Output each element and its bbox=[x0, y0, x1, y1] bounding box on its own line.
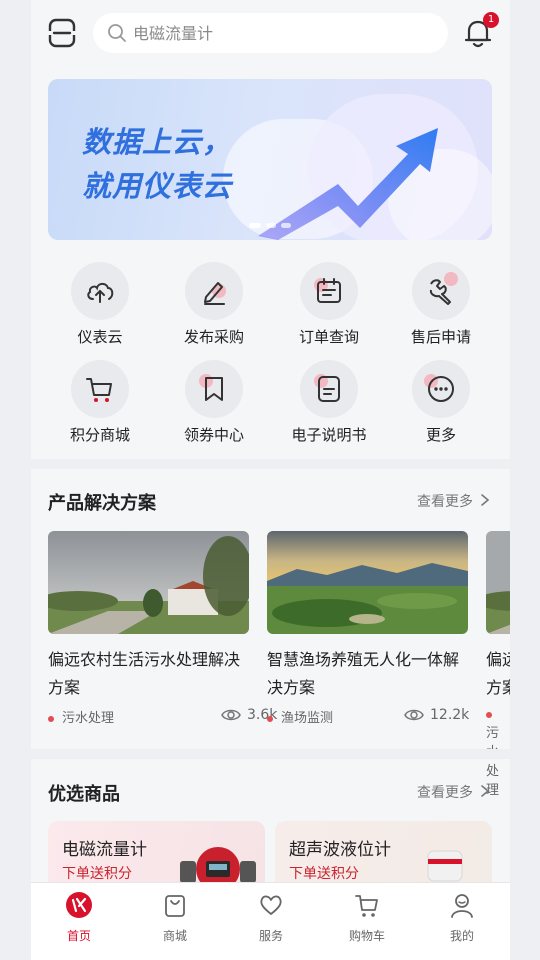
search-icon bbox=[108, 24, 126, 42]
carousel-dot[interactable] bbox=[281, 223, 291, 228]
menu-icon-bg bbox=[300, 360, 358, 418]
banner-headline-2: 就用仪表云 bbox=[82, 169, 233, 203]
menu-icon-bg bbox=[412, 262, 470, 320]
tab-label: 首页 bbox=[66, 929, 91, 943]
menu-icon-bg bbox=[71, 262, 129, 320]
cart-icon bbox=[355, 895, 378, 917]
menu-item-coupon-center[interactable]: 领券中心 bbox=[164, 348, 264, 448]
solution-tag: 污水处理 bbox=[48, 707, 114, 729]
menu-item-order-query[interactable]: 订单查询 bbox=[279, 250, 379, 350]
user-icon bbox=[451, 894, 473, 918]
cart-icon bbox=[86, 378, 112, 402]
tag-dot bbox=[486, 711, 492, 718]
heart-icon bbox=[260, 895, 282, 915]
solution-card-title[interactable]: 智慧渔场养殖无人化一体解决方案 bbox=[267, 646, 472, 702]
solutions-title: 产品解决方案 bbox=[48, 493, 156, 514]
notification-badge: 1 bbox=[483, 12, 499, 28]
menu-icon-bg bbox=[300, 262, 358, 320]
carousel-dot[interactable] bbox=[266, 223, 276, 228]
solution-tag: 污水处理 bbox=[486, 707, 510, 798]
menu-item-publish-purchase[interactable]: 发布采购 bbox=[164, 250, 264, 350]
menu-item-cloud[interactable]: 仪表云 bbox=[50, 250, 150, 350]
manual-icon bbox=[318, 376, 340, 402]
view-more-label: 查看更多 bbox=[417, 785, 473, 801]
view-more-label: 查看更多 bbox=[417, 494, 473, 510]
menu-item-more[interactable]: 更多 bbox=[391, 348, 491, 448]
menu-icon-bg bbox=[412, 360, 470, 418]
solutions-view-more-link[interactable]: 查看更多 bbox=[417, 491, 490, 511]
menu-item-points-mall[interactable]: 积分商城 bbox=[50, 348, 150, 448]
product-promo: 下单送积分 bbox=[289, 866, 359, 882]
solution-card-image[interactable] bbox=[267, 531, 468, 634]
app-screen: 1 数据上云， 就用仪表云 bbox=[31, 0, 510, 960]
tab-label: 服务 bbox=[258, 929, 283, 943]
menu-label: 电子说明书 bbox=[291, 426, 367, 444]
solution-card-title[interactable]: 偏远农村生活污水处理解决方案 bbox=[48, 646, 253, 702]
tab-profile[interactable]: 我的 bbox=[414, 889, 510, 949]
menu-item-after-sales[interactable]: 售后申请 bbox=[391, 250, 491, 350]
pen-icon bbox=[204, 282, 225, 305]
view-count-value: 12.2k bbox=[430, 707, 470, 723]
menu-icon-bg bbox=[185, 262, 243, 320]
tab-cart[interactable]: 购物车 bbox=[319, 889, 415, 949]
solution-card-image[interactable] bbox=[486, 531, 510, 634]
bookmark-icon bbox=[205, 377, 223, 401]
bottom-tab-bar: 首页 商城 服务 购物车 我的 bbox=[31, 882, 510, 960]
tab-home[interactable]: 首页 bbox=[31, 889, 127, 949]
menu-label: 订单查询 bbox=[298, 328, 359, 346]
solution-card-image[interactable] bbox=[48, 531, 249, 634]
shopping-bag-icon bbox=[165, 895, 185, 917]
quick-menu: 仪表云 发布采购 订单查询 售后申请 积分商城 领券中心 电子说明书 更多 bbox=[31, 250, 510, 458]
banner-headline-1: 数据上云， bbox=[82, 125, 233, 159]
search-input[interactable] bbox=[133, 23, 423, 43]
menu-icon-bg bbox=[71, 360, 129, 418]
tab-label: 商城 bbox=[162, 929, 187, 943]
top-bar: 1 bbox=[31, 0, 510, 68]
menu-label: 领券中心 bbox=[183, 426, 244, 444]
view-count: 12.2k bbox=[404, 707, 469, 723]
section-divider bbox=[31, 459, 510, 469]
solution-card-title[interactable]: 偏远农村生活污水处理解决方案 bbox=[486, 646, 510, 702]
tab-label: 购物车 bbox=[348, 929, 385, 943]
carousel-indicator bbox=[249, 223, 291, 228]
tag-dot bbox=[267, 715, 273, 722]
eye-icon bbox=[404, 709, 424, 721]
products-view-more-link[interactable]: 查看更多 bbox=[417, 782, 490, 802]
wrench-icon bbox=[429, 279, 451, 305]
tab-label: 我的 bbox=[449, 929, 474, 943]
tag-label: 污水处理 bbox=[62, 711, 115, 726]
menu-icon-bg bbox=[185, 360, 243, 418]
tab-service[interactable]: 服务 bbox=[223, 889, 319, 949]
chevron-right-icon bbox=[481, 494, 490, 506]
search-bar[interactable] bbox=[93, 13, 448, 53]
menu-item-e-manual[interactable]: 电子说明书 bbox=[279, 348, 379, 448]
products-title: 优选商品 bbox=[48, 784, 120, 805]
tag-dot bbox=[48, 715, 54, 722]
tab-mall[interactable]: 商城 bbox=[127, 889, 223, 949]
promo-banner[interactable]: 数据上云， 就用仪表云 bbox=[48, 79, 492, 240]
carousel-dot[interactable] bbox=[249, 223, 261, 228]
solution-tag: 渔场监测 bbox=[267, 707, 333, 729]
menu-label: 更多 bbox=[425, 426, 456, 444]
calendar-icon bbox=[317, 278, 341, 303]
home-logo-icon bbox=[66, 892, 92, 918]
menu-label: 发布采购 bbox=[183, 328, 244, 346]
scan-icon[interactable] bbox=[48, 18, 76, 48]
cloud-upload-icon bbox=[87, 282, 114, 303]
section-divider bbox=[31, 749, 510, 759]
menu-label: 积分商城 bbox=[69, 426, 130, 444]
chevron-right-icon bbox=[481, 785, 490, 797]
tag-label: 渔场监测 bbox=[281, 711, 334, 726]
menu-label: 仪表云 bbox=[77, 328, 123, 346]
product-card[interactable]: 超声波液位计 下单送积分 bbox=[275, 821, 492, 891]
product-name: 电磁流量计 bbox=[62, 840, 147, 860]
eye-icon bbox=[221, 709, 241, 721]
product-promo: 下单送积分 bbox=[62, 866, 132, 882]
menu-label: 售后申请 bbox=[410, 328, 471, 346]
product-card[interactable]: 电磁流量计 下单送积分 bbox=[48, 821, 265, 891]
more-icon bbox=[428, 376, 454, 402]
product-name: 超声波液位计 bbox=[289, 840, 391, 860]
